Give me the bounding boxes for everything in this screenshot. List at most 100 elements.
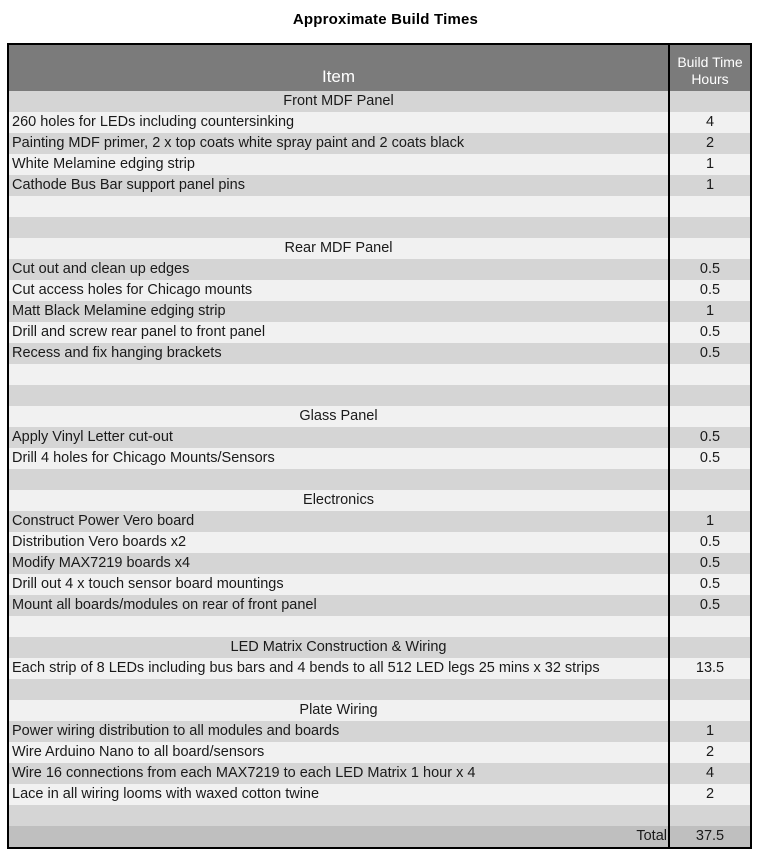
- table-header-row: Item Build Time Hours: [9, 45, 750, 91]
- hours-cell: [669, 700, 750, 721]
- spacer-row: [9, 385, 750, 406]
- table-row: Matt Black Melamine edging strip 1: [9, 301, 750, 322]
- spacer-row: [9, 679, 750, 700]
- hours-cell: 4: [669, 112, 750, 133]
- section-title-cell: LED Matrix Construction & Wiring: [9, 637, 670, 658]
- item-cell: Cathode Bus Bar support panel pins: [9, 175, 670, 196]
- total-label-cell: Total: [9, 826, 670, 847]
- section-header-row: Electronics: [9, 490, 750, 511]
- column-header-build-time-line2: Hours: [691, 71, 729, 87]
- item-cell: Apply Vinyl Letter cut-out: [9, 427, 670, 448]
- section-title-cell: Glass Panel: [9, 406, 670, 427]
- hours-cell: 0.5: [669, 280, 750, 301]
- table-row: Drill 4 holes for Chicago Mounts/Sensors…: [9, 448, 750, 469]
- table-row: 260 holes for LEDs including countersink…: [9, 112, 750, 133]
- item-cell: Cut access holes for Chicago mounts: [9, 280, 670, 301]
- column-header-build-time-line1: Build Time: [677, 54, 743, 70]
- section-header-row: Rear MDF Panel: [9, 238, 750, 259]
- table-row: White Melamine edging strip 1: [9, 154, 750, 175]
- item-cell: [9, 469, 670, 490]
- hours-cell: [669, 196, 750, 217]
- table-row: Drill out 4 x touch sensor board mountin…: [9, 574, 750, 595]
- table-row: Power wiring distribution to all modules…: [9, 721, 750, 742]
- table-row: Wire Arduino Nano to all board/sensors 2: [9, 742, 750, 763]
- hours-cell: 0.5: [669, 343, 750, 364]
- section-header-row: Glass Panel: [9, 406, 750, 427]
- hours-cell: [669, 679, 750, 700]
- item-cell: Cut out and clean up edges: [9, 259, 670, 280]
- hours-cell: 1: [669, 154, 750, 175]
- item-cell: Drill 4 holes for Chicago Mounts/Sensors: [9, 448, 670, 469]
- hours-cell: [669, 616, 750, 637]
- hours-cell: 1: [669, 301, 750, 322]
- table-row: Recess and fix hanging brackets 0.5: [9, 343, 750, 364]
- total-hours-cell: 37.5: [669, 826, 750, 847]
- hours-cell: 0.5: [669, 574, 750, 595]
- table-header: Item Build Time Hours: [9, 45, 750, 91]
- item-cell: Wire Arduino Nano to all board/sensors: [9, 742, 670, 763]
- item-cell: [9, 364, 670, 385]
- page-title: Approximate Build Times: [292, 11, 479, 28]
- item-cell: Distribution Vero boards x2: [9, 532, 670, 553]
- hours-cell: [669, 406, 750, 427]
- hours-cell: 2: [669, 742, 750, 763]
- item-cell: [9, 385, 670, 406]
- spacer-row: [9, 364, 750, 385]
- item-cell: Painting MDF primer, 2 x top coats white…: [9, 133, 670, 154]
- spacer-row: [9, 469, 750, 490]
- hours-cell: [669, 238, 750, 259]
- hours-cell: 2: [669, 784, 750, 805]
- table-body: Front MDF Panel 260 holes for LEDs includ…: [9, 91, 750, 847]
- table-row: Lace in all wiring looms with waxed cott…: [9, 784, 750, 805]
- hours-cell: 0.5: [669, 595, 750, 616]
- table-row: Construct Power Vero board 1: [9, 511, 750, 532]
- table-row: Cathode Bus Bar support panel pins 1: [9, 175, 750, 196]
- item-cell: 260 holes for LEDs including countersink…: [9, 112, 670, 133]
- hours-cell: [669, 490, 750, 511]
- table-row: Cut access holes for Chicago mounts 0.5: [9, 280, 750, 301]
- item-cell: Lace in all wiring looms with waxed cott…: [9, 784, 670, 805]
- hours-cell: 0.5: [669, 427, 750, 448]
- spacer-row: [9, 217, 750, 238]
- table-row: Cut out and clean up edges 0.5: [9, 259, 750, 280]
- build-times-table-container: Item Build Time Hours Front MDF Panel 260…: [7, 43, 752, 849]
- hours-cell: 1: [669, 511, 750, 532]
- table-row: Wire 16 connections from each MAX7219 to…: [9, 763, 750, 784]
- section-title-cell: Rear MDF Panel: [9, 238, 670, 259]
- item-cell: Drill out 4 x touch sensor board mountin…: [9, 574, 670, 595]
- item-cell: Wire 16 connections from each MAX7219 to…: [9, 763, 670, 784]
- item-cell: Recess and fix hanging brackets: [9, 343, 670, 364]
- hours-cell: 0.5: [669, 259, 750, 280]
- spacer-row: [9, 616, 750, 637]
- hours-cell: 1: [669, 721, 750, 742]
- section-title-cell: Front MDF Panel: [9, 91, 670, 112]
- hours-cell: 0.5: [669, 553, 750, 574]
- hours-cell: [669, 637, 750, 658]
- item-cell: [9, 679, 670, 700]
- hours-cell: [669, 91, 750, 112]
- item-cell: [9, 217, 670, 238]
- section-header-row: Plate Wiring: [9, 700, 750, 721]
- item-cell: Modify MAX7219 boards x4: [9, 553, 670, 574]
- hours-cell: 0.5: [669, 532, 750, 553]
- item-cell: [9, 616, 670, 637]
- table-row: Drill and screw rear panel to front pane…: [9, 322, 750, 343]
- total-row: Total 37.5: [9, 826, 750, 847]
- item-cell: Each strip of 8 LEDs including bus bars …: [9, 658, 670, 679]
- table-row: Modify MAX7219 boards x4 0.5: [9, 553, 750, 574]
- item-cell: Matt Black Melamine edging strip: [9, 301, 670, 322]
- column-header-build-time-hours: Build Time Hours: [669, 45, 750, 91]
- section-title-cell: Electronics: [9, 490, 670, 511]
- spacer-row: [9, 196, 750, 217]
- table-row: Mount all boards/modules on rear of fron…: [9, 595, 750, 616]
- hours-cell: 0.5: [669, 448, 750, 469]
- section-header-row: LED Matrix Construction & Wiring: [9, 637, 750, 658]
- item-cell: Drill and screw rear panel to front pane…: [9, 322, 670, 343]
- item-cell: Construct Power Vero board: [9, 511, 670, 532]
- hours-cell: 0.5: [669, 322, 750, 343]
- hours-cell: 13.5: [669, 658, 750, 679]
- table-row: Distribution Vero boards x2 0.5: [9, 532, 750, 553]
- item-cell: [9, 196, 670, 217]
- column-header-item: Item: [9, 45, 670, 91]
- hours-cell: 1: [669, 175, 750, 196]
